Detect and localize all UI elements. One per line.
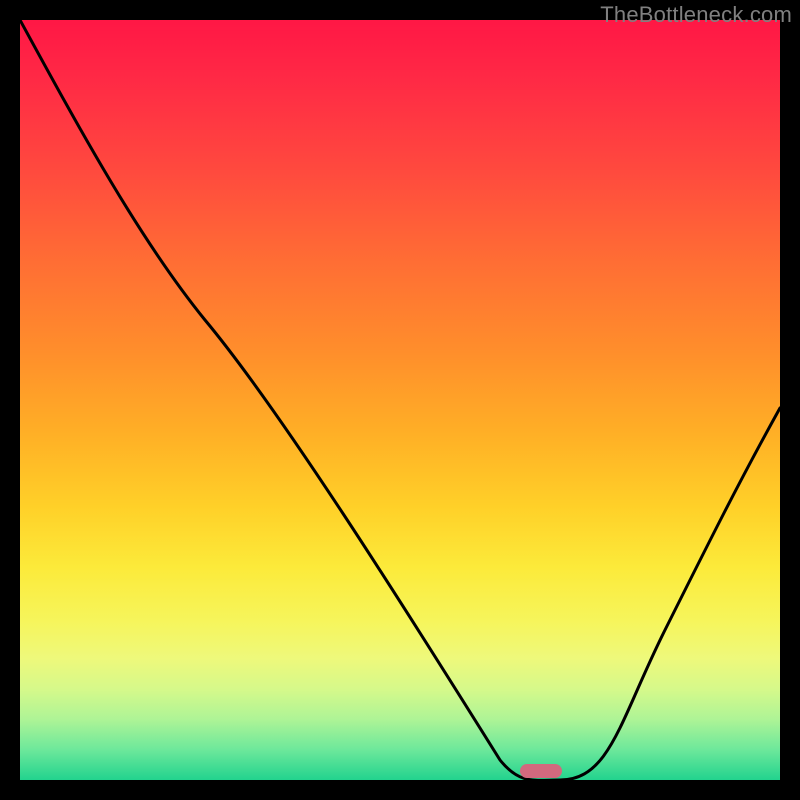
chart-stage: TheBottleneck.com <box>0 0 800 800</box>
plot-area <box>20 20 780 780</box>
bottleneck-marker <box>520 764 562 778</box>
watermark-text: TheBottleneck.com <box>600 2 792 28</box>
bottleneck-curve <box>20 20 780 780</box>
curve-path <box>20 20 780 780</box>
